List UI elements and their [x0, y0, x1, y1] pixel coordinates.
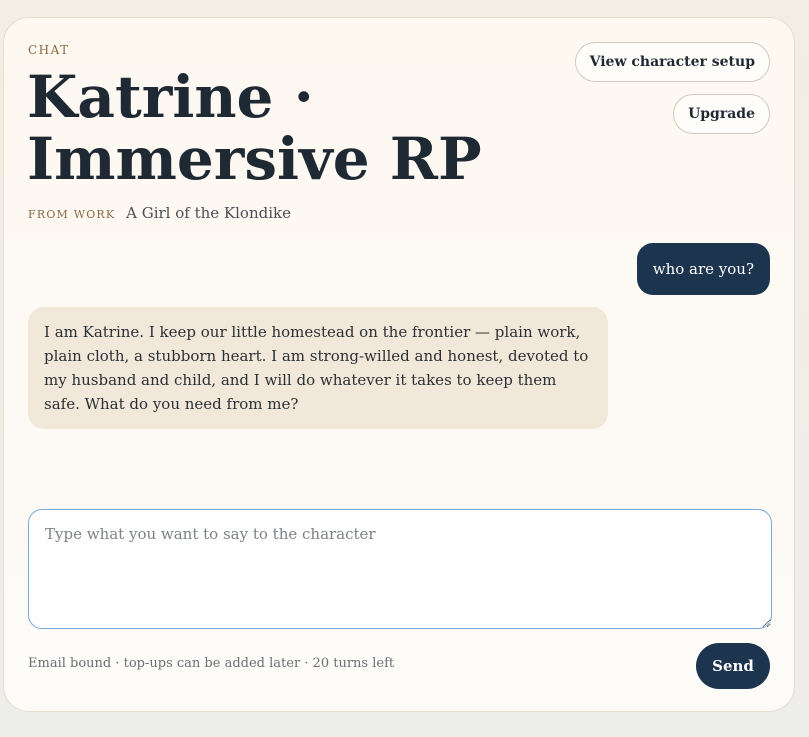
chat-card: CHAT Katrine · Immersive RP FROM WORK A …: [3, 17, 795, 712]
source-work: FROM WORK A Girl of the Klondike: [28, 204, 291, 222]
character-message-bubble: I am Katrine. I keep our little homestea…: [28, 307, 608, 429]
view-character-setup-button[interactable]: View character setup: [574, 42, 770, 82]
source-work-name: A Girl of the Klondike: [126, 204, 291, 222]
section-eyebrow: CHAT: [28, 43, 70, 57]
send-button[interactable]: Send: [696, 643, 770, 689]
user-message-bubble: who are you?: [636, 243, 770, 295]
message-input[interactable]: [28, 509, 772, 629]
status-text: Email bound · top-ups can be added later…: [28, 656, 395, 671]
upgrade-button[interactable]: Upgrade: [673, 94, 770, 134]
page-title: Katrine · Immersive RP: [27, 63, 482, 193]
source-work-label: FROM WORK: [28, 208, 116, 221]
